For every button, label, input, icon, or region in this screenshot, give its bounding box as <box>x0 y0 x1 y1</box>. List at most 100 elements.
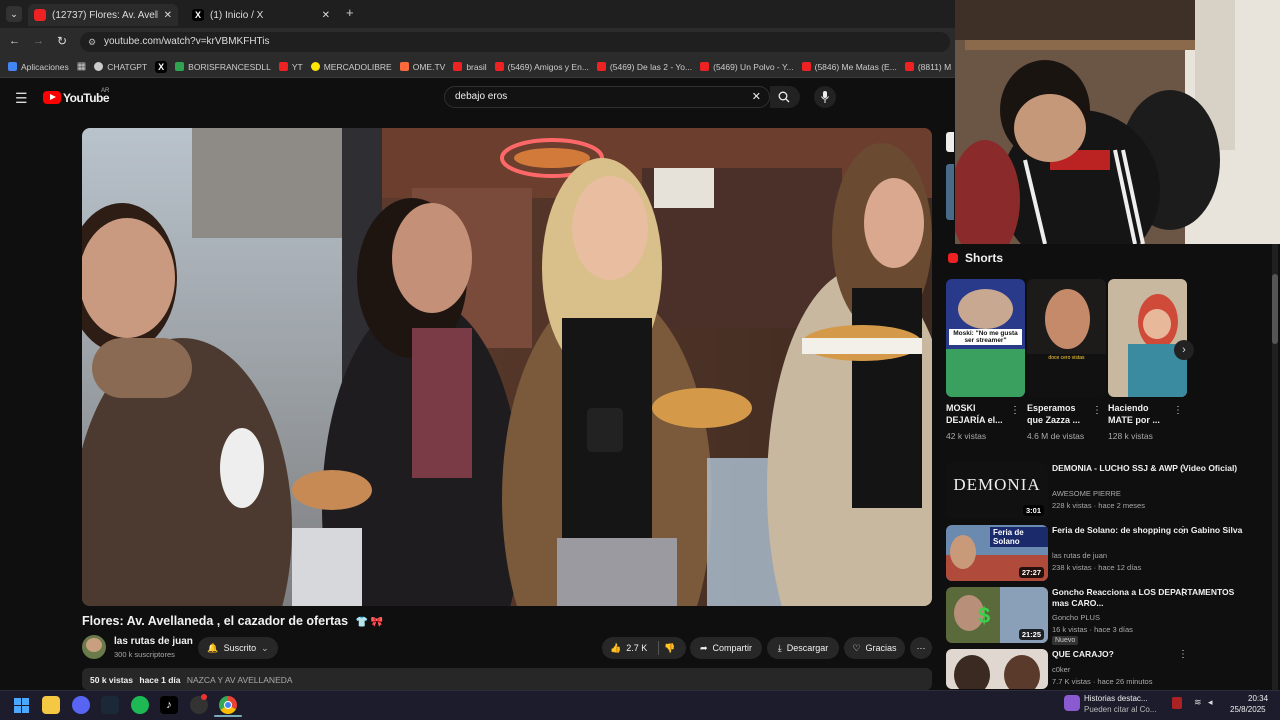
tab-x-home[interactable]: X (1) Inicio / X ✕ <box>186 4 336 26</box>
related-video[interactable]: Feria de Solano 27:27 Feria de Solano: d… <box>946 525 1276 583</box>
more-vert-icon[interactable]: ⋮ <box>1178 587 1188 598</box>
video-title[interactable]: DEMONIA - LUCHO SSJ & AWP (Video Oficial… <box>1052 463 1252 474</box>
clear-search-icon[interactable]: ✕ <box>752 87 761 107</box>
more-vert-icon[interactable]: ⋮ <box>1178 525 1188 536</box>
more-vert-icon[interactable]: ⋮ <box>1173 405 1183 416</box>
short-overlay-text: doce cero vistas <box>1048 355 1085 361</box>
like-count[interactable]: 2.7 K <box>626 643 647 653</box>
reload-icon[interactable]: ↻ <box>57 34 67 48</box>
bookmark-x[interactable]: X <box>155 60 168 73</box>
page-scrollbar[interactable] <box>1272 244 1278 690</box>
scrollbar-thumb[interactable] <box>1272 274 1278 344</box>
youtube-logo-icon[interactable] <box>43 91 61 104</box>
menu-icon[interactable]: ☰ <box>15 90 28 107</box>
more-vert-icon[interactable]: ⋮ <box>1178 649 1188 660</box>
search-button[interactable] <box>770 86 800 108</box>
video-meta: 16 k vistas · hace 3 días <box>1052 625 1133 634</box>
thumbs-up-icon[interactable]: 👍 <box>610 643 621 654</box>
thumbnail-text: $ <box>978 603 991 628</box>
tray-app-icon[interactable] <box>1172 697 1182 709</box>
bookmark-brasil[interactable]: brasil <box>453 62 487 72</box>
close-tab-icon[interactable]: ✕ <box>164 10 172 21</box>
short-title[interactable]: MOSKI DEJARÍA el... <box>946 402 1006 426</box>
short-title[interactable]: Haciendo MATE por ... <box>1108 402 1172 426</box>
tab-youtube-video[interactable]: (12737) Flores: Av. Avellaneda ✕ <box>28 4 178 26</box>
new-tab-button[interactable]: + <box>346 5 354 20</box>
bookmark-borisfrancesdll[interactable]: BORISFRANCESDLL <box>175 62 271 72</box>
short-title[interactable]: Esperamos que Zazza ... <box>1027 402 1091 426</box>
more-actions-button[interactable]: ⋯ <box>910 637 932 659</box>
video-channel[interactable]: AWESOME PIERRE <box>1052 489 1121 498</box>
bookmark-chatgpt[interactable]: CHATGPT <box>94 62 147 72</box>
youtube-icon <box>34 9 46 21</box>
share-button[interactable]: ➦ Compartir <box>690 637 762 659</box>
video-title[interactable]: QUE CARAJO? <box>1052 649 1252 660</box>
back-arrow-icon[interactable]: ← <box>9 35 20 47</box>
download-button[interactable]: ⤓ Descargar <box>767 637 839 659</box>
thumbs-down-icon[interactable]: 👎 <box>664 637 675 659</box>
close-tab-icon[interactable]: ✕ <box>322 10 330 21</box>
bookmark-apps[interactable]: Aplicaciones <box>8 62 69 72</box>
more-vert-icon[interactable]: ⋮ <box>1092 405 1102 416</box>
video-channel[interactable]: Goncho PLUS <box>1052 613 1100 622</box>
video-channel[interactable]: las rutas de juan <box>1052 551 1107 560</box>
bookmark-ometv[interactable]: OME.TV <box>399 62 445 72</box>
spotify-icon[interactable] <box>131 696 149 714</box>
volume-icon[interactable]: ◂ <box>1208 697 1213 708</box>
more-vert-icon[interactable]: ⋮ <box>1010 405 1020 416</box>
description-box[interactable]: 50 k vistas hace 1 día NAZCA Y AV AVELLA… <box>82 668 932 690</box>
video-meta: 228 k vistas · hace 2 meses <box>1052 501 1145 510</box>
notification-subtitle[interactable]: Pueden citar al Co... <box>1084 705 1156 714</box>
notification-title[interactable]: Historias destac... <box>1084 694 1148 703</box>
video-thumbnail[interactable] <box>946 649 1048 689</box>
chrome-icon[interactable] <box>219 696 237 714</box>
short-thumbnail[interactable]: Moski: "No me gusta ser streamer" <box>946 279 1025 397</box>
divider <box>658 641 659 655</box>
short-thumbnail[interactable] <box>1108 279 1187 397</box>
bookmark-de-las-2[interactable]: (5469) De las 2 - Yo... <box>596 62 692 72</box>
search-input[interactable]: debajo eros ✕ <box>444 86 770 108</box>
video-title[interactable]: Feria de Solano: de shopping con Gabino … <box>1052 525 1252 536</box>
tiktok-icon[interactable]: ♪ <box>160 696 178 714</box>
tab-list-chevron-icon[interactable]: ⌄ <box>6 6 22 22</box>
bookmark-8811[interactable]: (8811) M <box>904 62 951 72</box>
chevron-right-icon[interactable]: › <box>1174 340 1194 360</box>
bookmark-tab-groups[interactable]: ▦ <box>77 61 86 72</box>
video-meta: 238 k vistas · hace 12 días <box>1052 563 1142 572</box>
search-query: debajo eros <box>455 91 508 102</box>
video-thumbnail[interactable]: Feria de Solano 27:27 <box>946 525 1048 581</box>
bookmark-amigos[interactable]: (5469) Amigos y En... <box>494 62 589 72</box>
video-title[interactable]: Goncho Reacciona a LOS DEPARTAMENTOS mas… <box>1052 587 1252 609</box>
voice-search-button[interactable] <box>814 86 836 108</box>
discord-icon[interactable] <box>72 696 90 714</box>
related-video[interactable]: $ 21:25 Goncho Reacciona a LOS DEPARTAME… <box>946 587 1276 645</box>
bookmark-mercadolibre[interactable]: MERCADOLIBRE <box>310 62 392 72</box>
site-info-icon[interactable]: ⚙ <box>88 32 96 52</box>
video-thumbnail[interactable]: DEMONIA 3:01 <box>946 463 1048 519</box>
short-thumbnail[interactable]: doce cero vistas <box>1027 279 1106 397</box>
thanks-button[interactable]: ♡ Gracias <box>844 637 905 659</box>
address-bar[interactable]: ⚙ youtube.com/watch?v=krVBMKFHTis <box>80 32 950 52</box>
bookmark-un-polvo[interactable]: (5469) Un Polvo - Y... <box>700 62 794 72</box>
wifi-icon[interactable]: ≋ <box>1194 697 1202 708</box>
related-video[interactable]: DEMONIA 3:01 DEMONIA - LUCHO SSJ & AWP (… <box>946 463 1276 521</box>
chevron-down-icon: ⌄ <box>261 642 269 653</box>
clock-date[interactable]: 25/8/2025 <box>1230 705 1266 714</box>
clock-time[interactable]: 20:34 <box>1248 694 1268 703</box>
channel-name[interactable]: las rutas de juan <box>114 636 193 647</box>
file-explorer-icon[interactable] <box>42 696 60 714</box>
forward-arrow-icon[interactable]: → <box>33 35 44 47</box>
steam-icon[interactable] <box>101 696 119 714</box>
video-thumbnail[interactable]: $ 21:25 <box>946 587 1048 643</box>
video-player[interactable] <box>82 128 932 606</box>
video-channel[interactable]: c0ker <box>1052 665 1070 674</box>
subscribed-button[interactable]: 🔔 Suscrito ⌄ <box>198 637 278 659</box>
more-vert-icon[interactable]: ⋮ <box>1178 463 1188 474</box>
bookmark-me-matas[interactable]: (5846) Me Matas (E... <box>801 62 897 72</box>
bookmark-yt[interactable]: YT <box>278 62 303 72</box>
related-video[interactable]: QUE CARAJO? c0ker 7.7 K vistas · hace 26… <box>946 649 1276 689</box>
windows-start-icon[interactable] <box>14 698 29 713</box>
news-widget-icon[interactable] <box>1064 695 1080 711</box>
video-duration: 27:27 <box>1018 567 1044 578</box>
channel-avatar[interactable] <box>82 635 106 659</box>
